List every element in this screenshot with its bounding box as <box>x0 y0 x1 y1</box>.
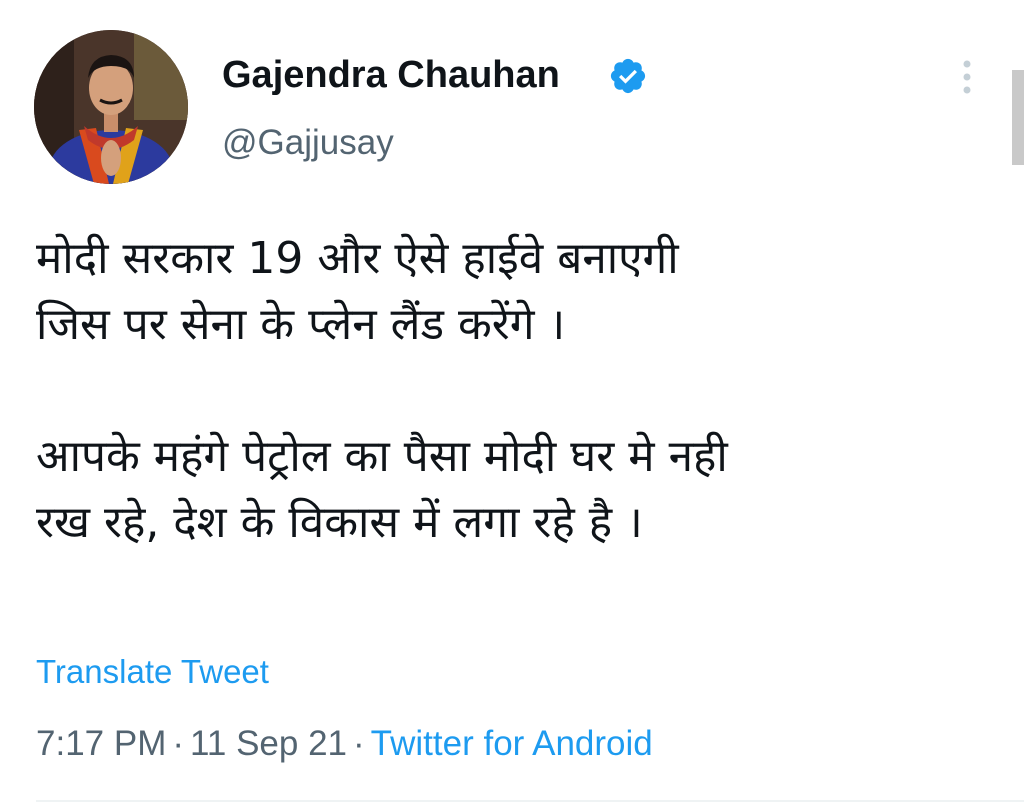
meta-separator: · <box>172 724 185 763</box>
tweet-time[interactable]: 7:17 PM <box>36 724 166 763</box>
meta-separator: · <box>353 724 365 763</box>
tweet-text: मोदी सरकार 19 और ऐसे हाईवे बनाएगी जिस पर… <box>36 233 728 548</box>
divider <box>36 800 1024 802</box>
scrollbar[interactable] <box>1012 70 1024 165</box>
verified-badge-icon <box>610 58 646 94</box>
author-handle[interactable]: @Gajjusay <box>222 122 394 164</box>
translate-tweet-link[interactable]: Translate Tweet <box>36 652 269 692</box>
tweet-date[interactable]: 11 Sep 21 <box>190 724 347 763</box>
avatar[interactable] <box>34 30 188 184</box>
tweet-source-link[interactable]: Twitter for Android <box>371 724 653 763</box>
tweet-meta: 7:17 PM · 11 Sep 21 · Twitter for Android <box>36 722 653 766</box>
author-display-name[interactable]: Gajendra Chauhan <box>222 52 560 98</box>
avatar-image <box>34 30 188 184</box>
more-vertical-icon[interactable] <box>952 58 982 98</box>
